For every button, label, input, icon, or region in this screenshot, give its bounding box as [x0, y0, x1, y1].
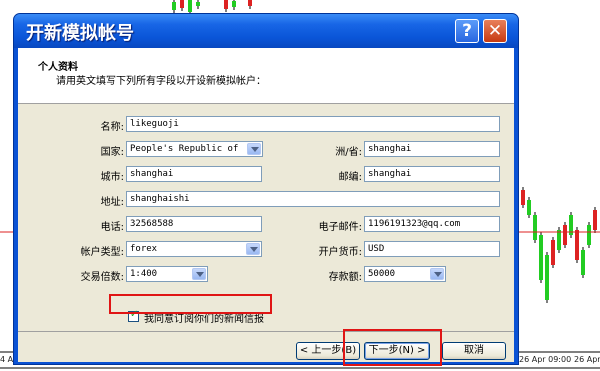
country-label: 国家:: [100, 147, 124, 158]
name-label: 名称:: [100, 122, 124, 133]
chevron-down-icon[interactable]: [430, 268, 444, 280]
name-field[interactable]: likeguoji: [126, 116, 500, 132]
phone-field[interactable]: 32568588: [126, 216, 262, 232]
address-field[interactable]: shanghaishi: [126, 191, 500, 207]
country-select[interactable]: People's Republic of: [126, 141, 263, 157]
candle-body: [533, 215, 537, 240]
email-field[interactable]: 1196191323@qq.com: [364, 216, 500, 232]
cancel-button[interactable]: 取消: [442, 342, 506, 360]
candle-body: [557, 230, 561, 250]
next-button[interactable]: 下一步(N) >: [364, 342, 430, 360]
chevron-down-icon[interactable]: [247, 143, 261, 155]
dialog-title: 开新模拟帐号: [26, 23, 134, 44]
candle-body: [539, 235, 543, 280]
checkmark-icon: ✓: [130, 309, 139, 320]
candle-body: [248, 0, 252, 6]
header-band: 个人资料 请用英文填写下列所有字段以开设新模拟帐户：: [18, 48, 514, 104]
chevron-down-icon[interactable]: [246, 243, 260, 255]
candle-body: [581, 250, 585, 275]
candle-body: [563, 225, 567, 245]
account-type-label: 帐户类型:: [80, 247, 124, 258]
candles-right: [521, 187, 597, 303]
candle-body: [180, 0, 184, 8]
state-label: 洲/省:: [335, 147, 362, 158]
city-field[interactable]: shanghai: [126, 166, 262, 182]
footer-divider: [18, 331, 514, 332]
section-title: 个人资料: [38, 62, 78, 73]
country-value: People's Republic of: [130, 144, 239, 154]
account-type-select[interactable]: forex: [126, 241, 262, 257]
zip-field[interactable]: shanghai: [364, 166, 500, 182]
city-label: 城市:: [100, 172, 124, 183]
candle-body: [551, 240, 555, 265]
close-button[interactable]: ✕: [483, 19, 507, 43]
leverage-label: 交易倍数:: [80, 272, 124, 283]
currency-label: 开户货币:: [318, 247, 362, 258]
email-label: 电子邮件:: [318, 222, 362, 233]
section-subtitle: 请用英文填写下列所有字段以开设新模拟帐户：: [56, 76, 266, 87]
title-bar[interactable]: 开新模拟帐号 ? ✕: [14, 14, 518, 48]
deposit-value: 50000: [368, 269, 396, 279]
candle-body: [575, 230, 579, 260]
personal-info-form: 名称: likeguoji 国家: People's Republic of 洲…: [18, 105, 514, 315]
leverage-value: 1:400: [130, 269, 158, 279]
candle-body: [224, 0, 228, 9]
time-label: 26 Apr: [574, 355, 600, 364]
deposit-select[interactable]: 50000: [364, 266, 446, 282]
zip-label: 邮编:: [338, 172, 362, 183]
address-label: 地址:: [100, 197, 124, 208]
currency-field[interactable]: USD: [364, 241, 500, 257]
time-label: 26 Apr 09:00: [519, 355, 572, 364]
candle-body: [188, 0, 192, 12]
candle-body: [172, 2, 176, 10]
candle-body: [587, 225, 591, 245]
subscribe-checkbox[interactable]: ✓: [128, 309, 139, 322]
account-type-value: forex: [130, 244, 158, 254]
candle-body: [196, 2, 200, 6]
leverage-select[interactable]: 1:400: [126, 266, 208, 282]
phone-label: 电话:: [100, 222, 124, 233]
back-button[interactable]: < 上一步(B): [296, 342, 360, 360]
state-field[interactable]: shanghai: [364, 141, 500, 157]
candle-body: [593, 210, 597, 230]
deposit-label: 存款额:: [328, 272, 362, 283]
chevron-down-icon[interactable]: [192, 268, 206, 280]
dialog-client-area: 个人资料 请用英文填写下列所有字段以开设新模拟帐户： 名称: likeguoji…: [18, 48, 514, 362]
candle-body: [527, 200, 531, 215]
help-button[interactable]: ?: [455, 19, 479, 43]
subscribe-label[interactable]: 我同意订阅你们的新闻信报: [144, 310, 264, 325]
candle-body: [521, 190, 525, 205]
candle-body: [545, 255, 549, 300]
new-demo-account-dialog: 开新模拟帐号 ? ✕ 个人资料 请用英文填写下列所有字段以开设新模拟帐户： 名称…: [13, 13, 519, 365]
candle-body: [232, 1, 236, 7]
